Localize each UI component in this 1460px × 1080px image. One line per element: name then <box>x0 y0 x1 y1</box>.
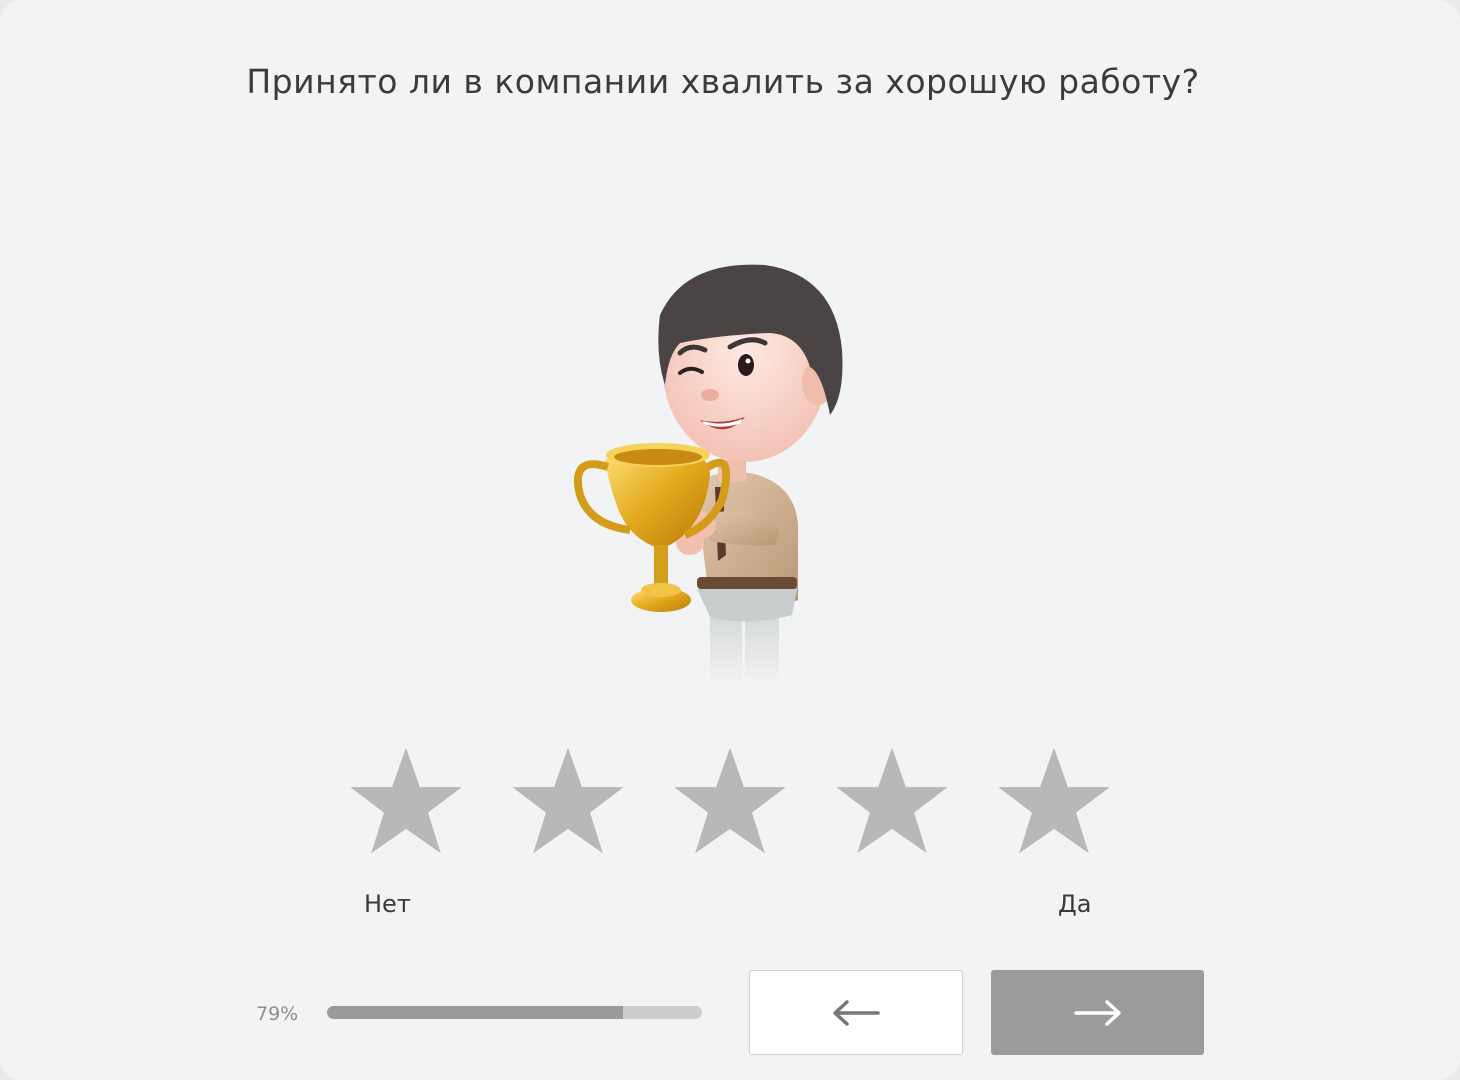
question-title: Принято ли в компании хвалить за хорошую… <box>246 62 1200 101</box>
next-button[interactable] <box>991 970 1204 1055</box>
survey-card: Принято ли в компании хвалить за хорошую… <box>0 0 1460 1080</box>
star-icon[interactable] <box>996 745 1112 857</box>
back-button[interactable] <box>749 970 963 1055</box>
star-icon[interactable] <box>510 745 626 857</box>
star-icon[interactable] <box>672 745 788 857</box>
progress-bar <box>327 1006 702 1019</box>
rating-low-label: Нет <box>364 890 411 918</box>
arrow-right-icon <box>1073 999 1122 1026</box>
star-icon[interactable] <box>348 745 464 857</box>
rating-high-label: Да <box>1058 890 1092 918</box>
star-icon[interactable] <box>834 745 950 857</box>
progress-percent: 79% <box>256 1003 299 1025</box>
arrow-left-icon <box>832 999 880 1026</box>
man-with-trophy-illustration <box>560 255 860 695</box>
star-rating <box>348 745 1112 860</box>
progress-bar-fill <box>327 1006 624 1019</box>
